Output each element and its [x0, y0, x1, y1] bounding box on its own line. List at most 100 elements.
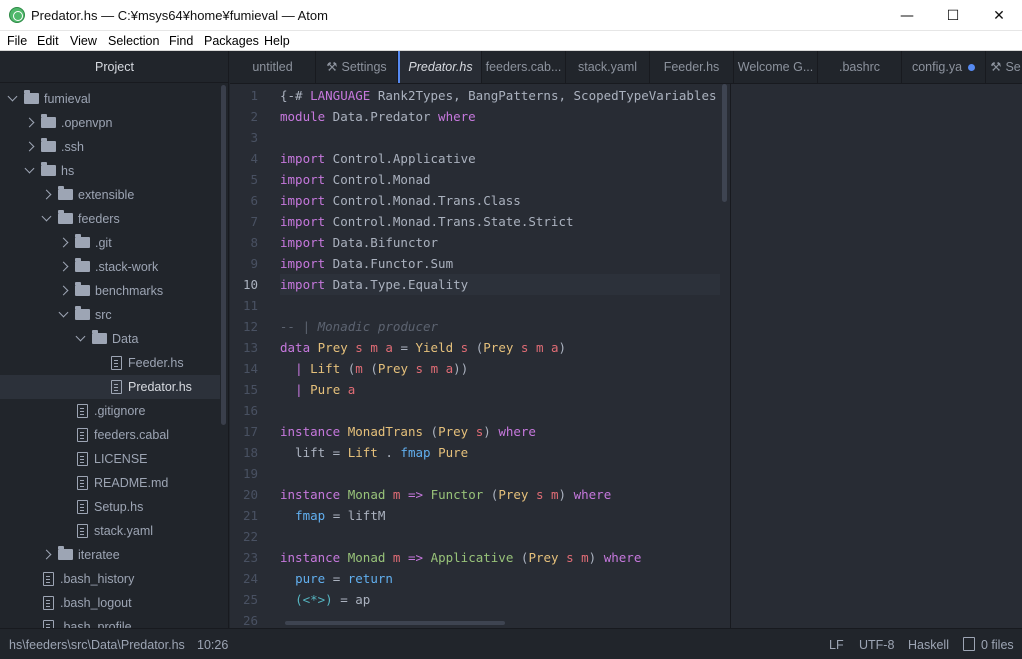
- code-line[interactable]: {-# LANGUAGE Rank2Types, BangPatterns, S…: [280, 85, 720, 106]
- chevron-right-icon[interactable]: [24, 141, 35, 152]
- chevron-down-icon[interactable]: [41, 211, 52, 222]
- tree-folder[interactable]: benchmarks: [0, 279, 220, 303]
- tab-1[interactable]: ⚒ Settings: [316, 51, 398, 83]
- menu-find[interactable]: Find: [169, 34, 193, 48]
- line-number: 10: [242, 277, 258, 292]
- tree-file[interactable]: Feeder.hs: [0, 351, 220, 375]
- code-line[interactable]: lift = Lift . fmap Pure: [280, 442, 720, 463]
- tree-file[interactable]: LICENSE: [0, 447, 220, 471]
- vertical-scrollbar[interactable]: [722, 84, 727, 202]
- cursor-position[interactable]: 10:26: [197, 638, 228, 652]
- tree-folder[interactable]: hs: [0, 159, 220, 183]
- minimize-button[interactable]: —: [884, 0, 930, 31]
- git-files-count[interactable]: 0 files: [981, 638, 1014, 652]
- editor-pane[interactable]: 1 2 3 4 5 6 7 8 9 10 11 12 13 14 15 16 17 18 19 20 21 22 23 24 2…: [230, 84, 730, 628]
- tab-4[interactable]: stack.yaml: [566, 51, 650, 83]
- code-line[interactable]: instance Monad m => Applicative (Prey s …: [280, 547, 720, 568]
- code-line[interactable]: module Data.Predator where: [280, 106, 720, 127]
- menu-file[interactable]: File: [7, 34, 27, 48]
- chevron-down-icon[interactable]: [58, 307, 69, 318]
- code-line[interactable]: [280, 295, 720, 316]
- code-line[interactable]: instance MonadTrans (Prey s) where: [280, 421, 720, 442]
- tree-folder[interactable]: src: [0, 303, 220, 327]
- chevron-right-icon[interactable]: [41, 549, 52, 560]
- code-line[interactable]: [280, 400, 720, 421]
- code-line[interactable]: [280, 127, 720, 148]
- tree-file[interactable]: Setup.hs: [0, 495, 220, 519]
- tree-folder[interactable]: iteratee: [0, 543, 220, 567]
- tree-scrollbar[interactable]: [221, 85, 226, 425]
- tree-file[interactable]: Predator.hs: [0, 375, 220, 399]
- grammar-selector[interactable]: Haskell: [908, 638, 949, 652]
- code-line[interactable]: (<*>) = ap: [280, 589, 720, 610]
- code-line[interactable]: import Control.Monad.Trans.State.Strict: [280, 211, 720, 232]
- code-line[interactable]: import Data.Functor.Sum: [280, 253, 720, 274]
- menu-packages[interactable]: Packages: [204, 34, 259, 48]
- tree-file[interactable]: .bash_logout: [0, 591, 220, 615]
- tab-6[interactable]: Welcome G...: [734, 51, 818, 83]
- code-line[interactable]: | Pure a: [280, 379, 720, 400]
- menu-view[interactable]: View: [70, 34, 97, 48]
- tree-file[interactable]: stack.yaml: [0, 519, 220, 543]
- menu-help[interactable]: Help: [264, 34, 290, 48]
- maximize-button[interactable]: ☐: [930, 0, 976, 31]
- code-token: Control.Monad: [325, 172, 431, 187]
- chevron-right-icon[interactable]: [58, 237, 69, 248]
- code-line[interactable]: pure = return: [280, 568, 720, 589]
- code-line[interactable]: import Control.Monad.Trans.Class: [280, 190, 720, 211]
- tree-folder[interactable]: .git: [0, 231, 220, 255]
- line-ending[interactable]: LF: [829, 638, 844, 652]
- tree-file[interactable]: README.md: [0, 471, 220, 495]
- close-button[interactable]: ✕: [976, 0, 1022, 31]
- code-line[interactable]: [280, 526, 720, 547]
- tab-3[interactable]: feeders.cab...: [482, 51, 566, 83]
- tree-folder[interactable]: Data: [0, 327, 220, 351]
- tab-5[interactable]: Feeder.hs: [650, 51, 734, 83]
- chevron-right-icon[interactable]: [24, 117, 35, 128]
- tab-2[interactable]: Predator.hs: [398, 51, 482, 83]
- horizontal-scrollbar[interactable]: [285, 621, 505, 625]
- code-token: where: [573, 487, 612, 502]
- tab-label: Feeder.hs: [663, 60, 720, 74]
- code-line[interactable]: [280, 463, 720, 484]
- code-line[interactable]: import Data.Bifunctor: [280, 232, 720, 253]
- menu-edit[interactable]: Edit: [37, 34, 59, 48]
- code-line[interactable]: import Control.Applicative: [280, 148, 720, 169]
- file-path[interactable]: hs\feeders\src\Data\Predator.hs: [9, 638, 185, 652]
- code-line[interactable]: fmap = liftM: [280, 505, 720, 526]
- tree-view-header[interactable]: Project: [0, 51, 228, 83]
- code-line[interactable]: [280, 610, 720, 628]
- tab-7[interactable]: .bashrc: [818, 51, 902, 83]
- chevron-down-icon[interactable]: [24, 163, 35, 174]
- folder-icon: [75, 234, 90, 248]
- tree-folder[interactable]: .ssh: [0, 135, 220, 159]
- menu-selection[interactable]: Selection: [108, 34, 159, 48]
- code-area[interactable]: {-# LANGUAGE Rank2Types, BangPatterns, S…: [280, 84, 720, 628]
- code-line[interactable]: import Control.Monad: [280, 169, 720, 190]
- tree-folder[interactable]: fumieval: [0, 87, 220, 111]
- tree-file[interactable]: .bash_profile: [0, 615, 220, 628]
- file-encoding[interactable]: UTF-8: [859, 638, 894, 652]
- tree-folder[interactable]: .stack-work: [0, 255, 220, 279]
- tree-folder[interactable]: .openvpn: [0, 111, 220, 135]
- tab-0[interactable]: untitled: [230, 51, 316, 83]
- tree-folder[interactable]: feeders: [0, 207, 220, 231]
- code-line[interactable]: | Lift (m (Prey s m a)): [280, 358, 720, 379]
- tree-file[interactable]: .bash_history: [0, 567, 220, 591]
- chevron-right-icon[interactable]: [58, 261, 69, 272]
- code-line[interactable]: data Prey s m a = Yield s (Prey s m a): [280, 337, 720, 358]
- code-line[interactable]: instance Monad m => Functor (Prey s m) w…: [280, 484, 720, 505]
- tree-folder[interactable]: extensible: [0, 183, 220, 207]
- code-line[interactable]: import Data.Type.Equality: [280, 274, 720, 295]
- chevron-right-icon[interactable]: [58, 285, 69, 296]
- tree-file[interactable]: .gitignore: [0, 399, 220, 423]
- chevron-down-icon[interactable]: [7, 91, 18, 102]
- tab-9[interactable]: ⚒ Se: [986, 51, 1022, 83]
- chevron-right-icon[interactable]: [41, 189, 52, 200]
- code-line[interactable]: -- | Monadic producer: [280, 316, 720, 337]
- chevron-down-icon[interactable]: [75, 331, 86, 342]
- tree-file[interactable]: feeders.cabal: [0, 423, 220, 447]
- tab-8[interactable]: config.ya: [902, 51, 986, 83]
